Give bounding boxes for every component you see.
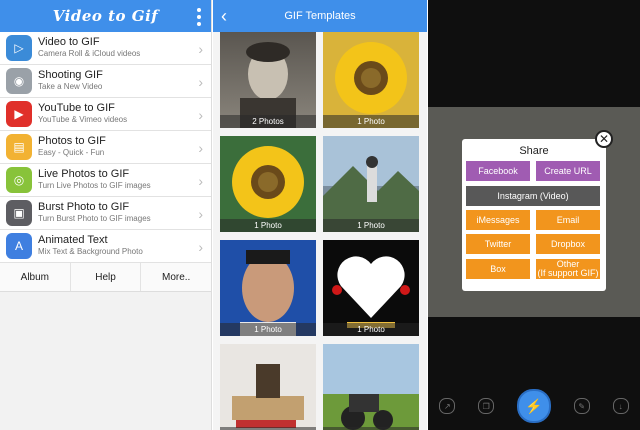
templates-title: GIF Templates [284,10,356,22]
share-twitter-button[interactable]: Twitter [466,234,530,254]
photo-count-caption: 2 Photos [220,115,316,128]
photo-count-caption: 1 Photo [220,323,316,336]
burst-icon: ▣ [6,200,32,226]
more-options-icon[interactable] [197,8,201,26]
menu-item-subtitle: YouTube & Vimeo videos [38,115,128,124]
menu-item-subtitle: Mix Text & Background Photo [38,247,143,256]
menu-item-text: Burst Photo to GIF Turn Burst Photo to GI… [38,201,151,225]
menu-item-text: Photos to GIF Easy - Quick - Fun [38,135,106,159]
template-image [323,136,419,232]
chevron-right-icon: › [198,107,203,123]
export-icon[interactable]: ↗ [439,398,456,414]
template-thumbnail[interactable]: 2 Photos [220,32,316,128]
template-thumbnail[interactable]: 1 Photo [220,344,316,430]
template-image [335,42,407,114]
share-screen: Share Facebook Create URL Instagram (Video… [428,0,640,430]
menu-item[interactable]: ◉ Shooting GIF Take a New Video › [0,65,211,98]
template-image [232,364,304,428]
template-thumbnail[interactable]: 1 Photo [220,240,316,336]
menu-item-text: YouTube to GIF YouTube & Vimeo videos [38,102,127,126]
gif-templates-screen: ‹ GIF Templates 2 Photos 1 Photo 1 Photo 1 … [213,0,427,430]
app-logo: Video to Gif [52,7,159,25]
main-menu-screen: Video to Gif ▷ Video to GIF Camera Roll & … [0,0,212,430]
template-image [232,146,304,218]
camera-icon: ◉ [6,68,32,94]
menu-item-text: Shooting GIF Take a New Video [38,69,103,93]
messenger-icon[interactable]: ⚡ [516,389,551,423]
menu-item-title: Burst Photo to GIF [38,201,130,213]
photo-count-caption: 1 Photo [220,219,316,232]
text-icon: A [6,233,32,259]
menu-item-text: Video to GIF Camera Roll & iCloud videos [38,36,140,60]
chevron-right-icon: › [198,41,203,57]
chevron-right-icon: › [198,140,203,156]
tab-more[interactable]: More.. [141,263,211,291]
bottom-toolbar: ↗ ❐ ⚡ ✎ ↓ [428,382,640,430]
share-instagram-button[interactable]: Instagram (Video) [466,186,600,206]
template-thumbnail[interactable]: 1 Photo [323,344,419,430]
share-create-button[interactable]: Create URL [536,161,600,181]
photo-count-caption: 1 Photo [323,323,419,336]
menu-item-text: Live Photos to GIF Turn Live Photos to GI… [38,168,151,192]
template-image [332,256,410,328]
menu-item-title: Photos to GIF [38,135,106,147]
menu-item-title: Animated Text [38,234,108,246]
menu-item[interactable]: ▶ YouTube to GIF YouTube & Vimeo videos › [0,98,211,131]
chevron-right-icon: › [198,173,203,189]
share-imessages-button[interactable]: iMessages [466,210,530,230]
close-icon[interactable]: ✕ [595,130,613,148]
menu-item[interactable]: A Animated Text Mix Text & Background Phot… [0,230,211,263]
menu-item[interactable]: ▣ Burst Photo to GIF Turn Burst Photo to G… [0,197,211,230]
share-box-button[interactable]: Box [466,259,530,279]
photo-count-caption: 1 Photo [323,115,419,128]
share-facebook-button[interactable]: Facebook [466,161,530,181]
live-photo-icon: ◎ [6,167,32,193]
menu-item-subtitle: Take a New Video [38,82,103,91]
share-dialog: Share Facebook Create URL Instagram (Video… [462,139,606,291]
chevron-right-icon: › [198,206,203,222]
edit-icon[interactable]: ✎ [573,398,590,414]
template-image [240,42,296,128]
share-other-button[interactable]: Other (If support GIF) [536,259,600,279]
template-image [323,344,419,430]
bottom-tab-bar: Album Help More.. [0,263,211,292]
back-icon[interactable]: ‹ [221,6,227,27]
chevron-right-icon: › [198,239,203,255]
menu-item-subtitle: Turn Burst Photo to GIF images [38,214,151,223]
chevron-right-icon: › [198,74,203,90]
youtube-icon: ▶ [6,101,32,127]
feature-list: ▷ Video to GIF Camera Roll & iCloud videos… [0,32,211,263]
template-thumbnail[interactable]: 1 Photo [323,136,419,232]
download-icon[interactable]: ↓ [612,398,629,414]
share-title: Share [519,145,549,157]
template-thumbnail[interactable]: 1 Photo [220,136,316,232]
menu-item-subtitle: Turn Live Photos to GIF images [38,181,151,190]
menu-item[interactable]: ▤ Photos to GIF Easy - Quick - Fun › [0,131,211,164]
menu-item[interactable]: ◎ Live Photos to GIF Turn Live Photos to G… [0,164,211,197]
menu-item-title: Video to GIF [38,36,100,48]
menu-item-title: Live Photos to GIF [38,168,130,180]
video-icon: ▷ [6,35,32,61]
menu-item-subtitle: Camera Roll & iCloud videos [38,49,141,58]
copy-icon[interactable]: ❐ [478,398,495,414]
template-image [220,240,316,336]
share-dropbox-button[interactable]: Dropbox [536,234,600,254]
menu-item-subtitle: Easy - Quick - Fun [38,148,105,157]
photos-icon: ▤ [6,134,32,160]
menu-item[interactable]: ▷ Video to GIF Camera Roll & iCloud videos… [0,32,211,65]
photo-count-caption: 1 Photo [323,219,419,232]
menu-item-title: YouTube to GIF [38,102,115,114]
menu-item-title: Shooting GIF [38,69,103,81]
menu-item-text: Animated Text Mix Text & Background Photo [38,234,143,258]
app-header: Video to Gif [0,0,211,32]
template-thumbnail[interactable]: 1 Photo [323,240,419,336]
templates-header: ‹ GIF Templates [213,0,427,32]
screenshot-collage: Video to Gif ▷ Video to GIF Camera Roll & … [0,0,640,430]
tab-help[interactable]: Help [71,263,142,291]
template-thumbnail[interactable]: 1 Photo [323,32,419,128]
tab-album[interactable]: Album [0,263,71,291]
share-email-button[interactable]: Email [536,210,600,230]
